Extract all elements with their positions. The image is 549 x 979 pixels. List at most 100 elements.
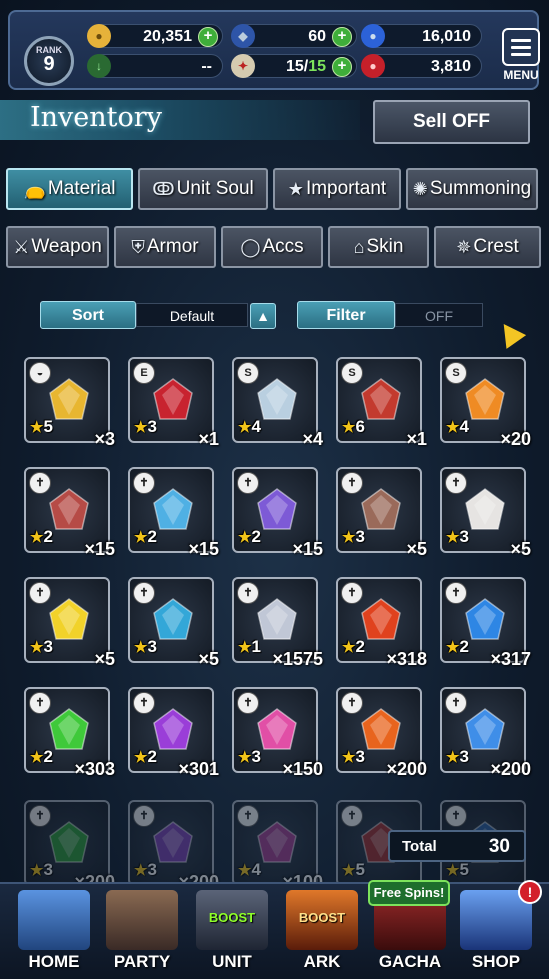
home-crystal-icon xyxy=(18,890,90,950)
stamina-icon: ✦ xyxy=(231,54,255,78)
tab-material[interactable]: 👝 Material xyxy=(6,168,133,210)
rarity-star-icon: ★ xyxy=(30,639,44,656)
item-rarity: ★3 xyxy=(134,637,157,657)
stamina-value: 15/15 xyxy=(286,58,326,76)
item-quantity: ×3 xyxy=(94,429,115,449)
stamina-current: 15/ xyxy=(285,58,309,75)
nav-unit[interactable]: BOOST UNIT xyxy=(180,888,284,976)
item-slot[interactable]: ✝ ★2 ×301 xyxy=(128,687,219,779)
add-gil-button[interactable]: + xyxy=(198,27,218,47)
item-slot[interactable]: ✝ ★2 ×303 xyxy=(24,687,115,779)
menu-button[interactable]: MENU xyxy=(498,28,544,90)
tab-important[interactable]: ★ Important xyxy=(273,168,401,210)
add-visiore-button[interactable]: + xyxy=(332,27,352,47)
star-icon: ★ xyxy=(287,178,304,199)
rarity-value: 5 xyxy=(355,860,365,879)
rarity-star-icon: ★ xyxy=(446,529,460,546)
item-slot[interactable]: ✝ ★3 ×5 xyxy=(128,577,219,669)
lapis-counter: ● 16,010 xyxy=(361,24,482,48)
rank-value: 9 xyxy=(43,53,55,75)
nav-label: PARTY xyxy=(113,952,171,971)
item-quantity: ×5 xyxy=(94,649,115,669)
item-slot[interactable]: ✝★3×200 xyxy=(24,800,115,892)
tab-label: Armor xyxy=(146,236,199,257)
rarity-value: 2 xyxy=(43,527,53,546)
sort-value: Default xyxy=(136,303,248,327)
item-slot[interactable]: ✝★3×200 xyxy=(128,800,219,892)
item-rarity: ★2 xyxy=(238,527,261,547)
sort-direction-button[interactable]: ▲ xyxy=(250,303,276,329)
rarity-value: 3 xyxy=(43,860,53,879)
item-slot[interactable]: ✝★4×100 xyxy=(232,800,323,892)
item-rarity: ★3 xyxy=(30,637,53,657)
rarity-star-icon: ★ xyxy=(30,749,44,766)
item-rarity: ★3 xyxy=(134,417,157,437)
visiore-crystal-icon: ◆ xyxy=(231,24,255,48)
sell-toggle-button[interactable]: Sell OFF xyxy=(373,100,530,144)
item-slot[interactable]: E ★3 ×1 xyxy=(128,357,219,449)
rarity-star-icon: ★ xyxy=(342,639,356,656)
item-slot[interactable]: ✝ ★2 ×15 xyxy=(232,467,323,559)
nav-label: SHOP xyxy=(471,952,521,971)
ruby-icon: ● xyxy=(361,54,385,78)
item-slot[interactable]: ✝ ★3 ×150 xyxy=(232,687,323,779)
filter-control[interactable]: Filter OFF xyxy=(297,301,487,329)
rarity-value: 2 xyxy=(147,527,157,546)
tab-skin[interactable]: ⌂ Skin xyxy=(328,226,429,268)
tab-unit-soul[interactable]: ↂ Unit Soul xyxy=(138,168,268,210)
item-slot[interactable]: ✝ ★2 ×317 xyxy=(440,577,531,669)
item-rarity: ★3 xyxy=(446,747,469,767)
tab-armor[interactable]: ⛨ Armor xyxy=(114,226,216,268)
rarity-value: 4 xyxy=(251,860,261,879)
rarity-star-icon: ★ xyxy=(238,749,252,766)
item-slot[interactable]: ✝ ★2 ×15 xyxy=(24,467,115,559)
item-slot[interactable]: S ★4 ×4 xyxy=(232,357,323,449)
rarity-star-icon: ★ xyxy=(30,529,44,546)
rarity-value: 3 xyxy=(355,747,365,766)
rarity-star-icon: ★ xyxy=(342,749,356,766)
total-label: Total xyxy=(402,838,437,855)
rarity-star-icon: ★ xyxy=(446,639,460,656)
item-slot[interactable]: ✝ ★1 ×1575 xyxy=(232,577,323,669)
rarity-star-icon: ★ xyxy=(342,862,356,879)
item-slot[interactable]: ✝ ★2 ×15 xyxy=(128,467,219,559)
filter-label: Filter xyxy=(297,301,395,329)
item-slot[interactable]: ✝★3×200 xyxy=(440,687,531,779)
tab-weapon[interactable]: ⚔ Weapon xyxy=(6,226,109,268)
tab-crest[interactable]: ✵ Crest xyxy=(434,226,541,268)
unit-boost-badge: BOOST xyxy=(208,910,256,925)
sort-control[interactable]: Sort Default xyxy=(40,301,280,329)
item-slot[interactable]: S ★4 ×20 xyxy=(440,357,531,449)
item-slot[interactable]: ✝ ★3 ×5 xyxy=(24,577,115,669)
item-slot[interactable]: ✝ ★2 ×318 xyxy=(336,577,427,669)
rank-badge[interactable]: RANK 9 xyxy=(24,36,74,86)
item-rarity: ★1 xyxy=(238,637,261,657)
item-slot[interactable]: ◒ ★5 ×3 xyxy=(24,357,115,449)
exp-value: -- xyxy=(201,58,212,75)
sword-icon: ⚔ xyxy=(13,236,30,257)
item-quantity: ×4 xyxy=(302,429,323,449)
item-rarity: ★3 xyxy=(342,527,365,547)
tab-accs[interactable]: ◯ Accs xyxy=(221,226,323,268)
tab-summoning[interactable]: ✺ Summoning xyxy=(406,168,538,210)
item-quantity: ×200 xyxy=(490,759,531,779)
add-stamina-button[interactable]: + xyxy=(332,57,352,77)
nav-party[interactable]: PARTY xyxy=(90,888,194,976)
rarity-star-icon: ★ xyxy=(446,419,460,436)
item-quantity: ×15 xyxy=(292,539,323,559)
tab-label: Accs xyxy=(262,236,304,257)
rarity-value: 3 xyxy=(147,860,157,879)
item-slot[interactable]: ✝ ★3 ×5 xyxy=(440,467,531,559)
rarity-value: 2 xyxy=(147,747,157,766)
shop-alert-badge: ! xyxy=(518,880,542,904)
item-rarity: ★3 xyxy=(342,747,365,767)
free-spins-badge[interactable]: Free Spins! xyxy=(368,880,450,906)
item-slot[interactable]: S ★6 ×1 xyxy=(336,357,427,449)
rarity-star-icon: ★ xyxy=(342,529,356,546)
hamburger-icon xyxy=(502,28,540,66)
item-slot[interactable]: ✝ ★3 ×5 xyxy=(336,467,427,559)
gil-coin-icon: ● xyxy=(87,24,111,48)
rarity-star-icon: ★ xyxy=(238,529,252,546)
item-slot[interactable]: ✝★3×200 xyxy=(336,687,427,779)
visiore-counter: ◆ 60 + xyxy=(231,24,357,48)
